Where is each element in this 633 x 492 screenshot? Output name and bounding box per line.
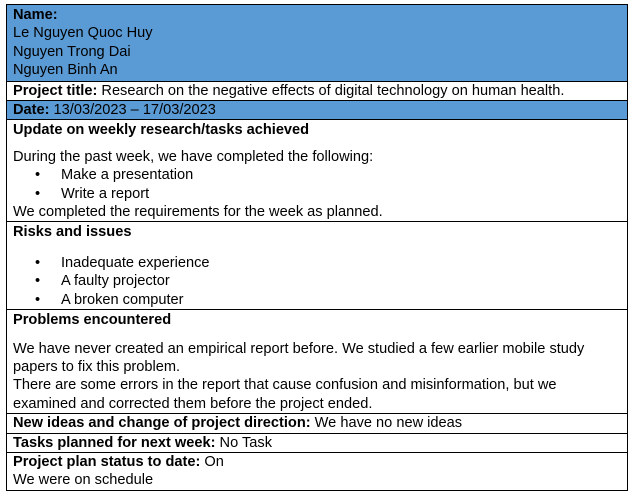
list-item: A broken computer	[13, 291, 621, 310]
update-closing: We completed the requirements for the we…	[13, 204, 383, 221]
status-section: Project plan status to date: On We were …	[6, 452, 628, 491]
ideas-row: New ideas and change of project directio…	[6, 414, 628, 434]
update-section: Update on weekly research/tasks achieved…	[6, 120, 628, 223]
name-label: Name:	[13, 7, 58, 23]
problems-paragraph: We have never created an empirical repor…	[13, 340, 585, 375]
project-title-value: Research on the negative effects of digi…	[97, 82, 565, 99]
date-row: Date: 13/03/2023 – 17/03/2023	[6, 101, 628, 121]
date-label: Date:	[13, 102, 50, 119]
status-value: On	[200, 453, 224, 470]
member-name: Nguyen Trong Dai	[13, 43, 131, 60]
weekly-report-table: Name: Le Nguyen Quoc Huy Nguyen Trong Da…	[6, 4, 628, 491]
risks-list: Inadequate experience A faulty projector…	[13, 254, 621, 310]
list-item: Inadequate experience	[13, 254, 621, 273]
status-label: Project plan status to date:	[13, 453, 201, 470]
project-title-row: Project title: Research on the negative …	[6, 81, 628, 102]
risks-heading: Risks and issues	[13, 224, 132, 241]
risks-section: Risks and issues Inadequate experience A…	[6, 222, 628, 311]
problems-section: Problems encountered We have never creat…	[6, 310, 628, 415]
ideas-value: We have no new ideas	[310, 415, 463, 432]
project-title-label: Project title:	[13, 82, 98, 99]
list-item: A faulty projector	[13, 272, 621, 291]
member-name: Le Nguyen Quoc Huy	[13, 25, 153, 42]
problems-heading: Problems encountered	[13, 312, 172, 329]
problems-paragraph: There are some errors in the report that…	[13, 377, 557, 412]
update-heading: Update on weekly research/tasks achieved	[13, 122, 310, 139]
member-name: Nguyen Binh An	[13, 62, 118, 79]
status-note: We were on schedule	[13, 472, 154, 489]
list-item: Write a report	[13, 185, 621, 204]
update-intro: During the past week, we have completed …	[13, 148, 374, 165]
list-item: Make a presentation	[13, 166, 621, 185]
name-section: Name: Le Nguyen Quoc Huy Nguyen Trong Da…	[6, 4, 628, 82]
tasks-label: Tasks planned for next week:	[13, 434, 216, 451]
update-list: Make a presentation Write a report	[13, 166, 621, 203]
date-value: 13/03/2023 – 17/03/2023	[49, 102, 216, 119]
tasks-row: Tasks planned for next week: No Task	[6, 433, 628, 453]
ideas-label: New ideas and change of project directio…	[13, 415, 311, 432]
tasks-value: No Task	[215, 434, 272, 451]
